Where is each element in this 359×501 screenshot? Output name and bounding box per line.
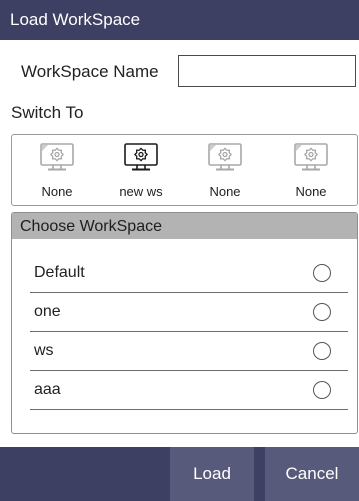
workspace-option-label: aaa [34, 381, 61, 398]
radio-button[interactable] [313, 303, 331, 321]
switch-to-panel: None new ws None None [11, 134, 358, 206]
switch-slot-label: None [295, 184, 327, 199]
dialog-footer: Load Cancel [0, 447, 359, 501]
choose-workspace-header: Choose WorkSpace [12, 213, 357, 239]
radio-button[interactable] [313, 381, 331, 399]
monitor-gear-icon [40, 143, 74, 171]
title-bar: Load WorkSpace [0, 0, 359, 40]
switch-slot-label: None [209, 184, 241, 199]
workspace-option-ws[interactable]: ws [30, 332, 348, 371]
switch-slot-2[interactable]: new ws [99, 135, 183, 205]
workspace-option-label: one [34, 303, 61, 320]
load-workspace-dialog: Load WorkSpace WorkSpace Name Switch To … [0, 0, 359, 501]
choose-workspace-title: Choose WorkSpace [20, 218, 162, 235]
monitor-gear-icon [208, 143, 242, 171]
radio-button[interactable] [313, 342, 331, 360]
switch-slot-4[interactable]: None [269, 135, 353, 205]
cancel-button[interactable]: Cancel [265, 447, 359, 501]
workspace-option-label: Default [34, 264, 85, 281]
switch-slot-3[interactable]: None [183, 135, 267, 205]
monitor-gear-icon [294, 143, 328, 171]
workspace-option-one[interactable]: one [30, 293, 348, 332]
choose-workspace-panel: Choose WorkSpace Default one ws aaa [11, 212, 358, 434]
load-button[interactable]: Load [170, 447, 254, 501]
dialog-title: Load WorkSpace [10, 10, 141, 29]
switch-slot-label: None [41, 184, 73, 199]
workspace-option-default[interactable]: Default [30, 254, 348, 293]
monitor-gear-icon [124, 143, 158, 171]
workspace-option-label: ws [34, 342, 54, 359]
radio-button[interactable] [313, 264, 331, 282]
workspace-name-input[interactable] [178, 55, 356, 87]
switch-to-label: Switch To [11, 103, 84, 122]
switch-slot-label: new ws [119, 184, 163, 199]
workspace-name-label: WorkSpace Name [21, 62, 159, 81]
switch-slot-1[interactable]: None [15, 135, 99, 205]
workspace-option-aaa[interactable]: aaa [30, 371, 348, 410]
